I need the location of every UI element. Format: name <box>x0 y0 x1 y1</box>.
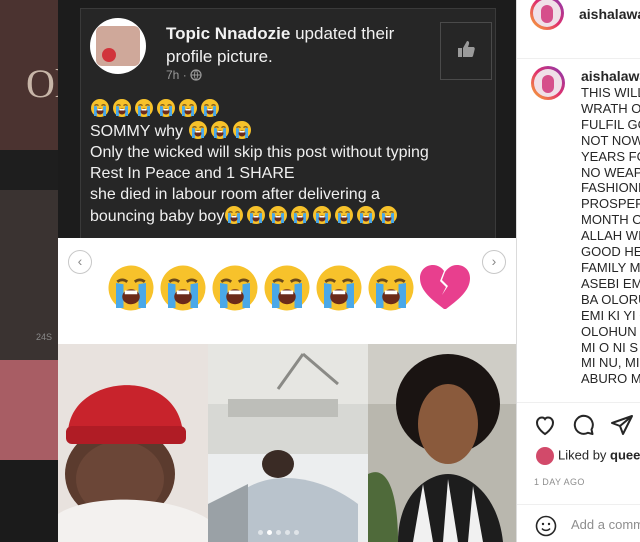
post-time-ago[interactable]: 1 DAY AGO <box>534 477 585 487</box>
caption-line: WRATH O <box>581 100 640 116</box>
carousel-dot[interactable] <box>276 530 281 535</box>
broken-heart-icon <box>418 263 470 316</box>
liked-by-prefix: Liked by <box>558 447 607 463</box>
photo-collage <box>58 344 516 542</box>
instagram-side-panel: aishalawa aishalawa THIS WILLWRATH OFULF… <box>516 0 640 542</box>
liked-by-user[interactable]: quee <box>610 447 640 462</box>
liked-by-line: Liked by quee <box>536 447 640 465</box>
comment-input[interactable]: Add a comm <box>571 517 640 532</box>
fb-text-line: Rest In Peace and 1 SHARE <box>90 165 295 182</box>
background-small-text: 24S <box>36 332 53 342</box>
heart-icon[interactable] <box>533 413 557 442</box>
caption-line: EMI KI YI C <box>581 307 640 323</box>
large-crying-emoji <box>262 263 314 314</box>
fb-post-header: Topic Nnadozie updated their profile pic… <box>166 22 416 68</box>
emoji-banner: ‹ › <box>58 238 516 344</box>
liker-avatar[interactable] <box>536 447 554 465</box>
fb-text-line: she died in labour room after delivering… <box>90 186 380 203</box>
large-crying-emoji <box>210 263 262 314</box>
carousel-dot[interactable] <box>294 530 299 535</box>
post-media: Topic Nnadozie updated their profile pic… <box>58 0 516 542</box>
caption-line: FAMILY M <box>581 259 640 275</box>
caption-line: YEARS FO <box>581 148 640 164</box>
add-comment-bar: Add a comm <box>517 504 640 542</box>
facebook-screenshot: Topic Nnadozie updated their profile pic… <box>58 0 516 241</box>
caption-line: ALLAH WI <box>581 228 640 244</box>
caption-line: MI NU, MI <box>581 355 640 371</box>
caption-line: BA OLORU <box>581 291 640 307</box>
large-crying-emoji <box>314 263 366 314</box>
caption-line: THIS WILL <box>581 85 640 100</box>
large-crying-emoji <box>158 263 210 314</box>
caption-line: NO WEAP <box>581 164 640 180</box>
fb-author-avatar <box>90 18 146 74</box>
caption-avatar[interactable] <box>531 66 565 100</box>
crying-emoji-group <box>188 121 254 140</box>
fb-text-line: SOMMY why <box>90 120 510 142</box>
header-username[interactable]: aishalawa <box>579 6 640 22</box>
comment-icon[interactable] <box>571 413 595 442</box>
caption-line: ASEBI EMU <box>581 275 640 291</box>
carousel-dot[interactable] <box>285 530 290 535</box>
fb-author-name: Topic Nnadozie <box>166 24 291 43</box>
fb-text-line: Only the wicked will skip this post with… <box>90 144 429 161</box>
crying-emoji-group <box>224 206 400 225</box>
fb-post-text: SOMMY why Only the wicked will skip this… <box>90 98 510 227</box>
thumbs-up-icon <box>455 38 477 65</box>
carousel-dot[interactable] <box>267 530 272 535</box>
hospital-photo <box>208 344 368 542</box>
profile-avatar[interactable] <box>530 0 564 30</box>
large-crying-emoji <box>366 263 418 314</box>
fb-text-line: bouncing baby boy <box>90 205 510 227</box>
caption-username[interactable]: aishalawa <box>581 68 640 84</box>
caption-line: PROSPER, <box>581 196 640 212</box>
post-header: aishalawa <box>517 0 640 59</box>
post-caption: THIS WILLWRATH OFULFIL GONOT NOWYEARS FO… <box>581 85 640 401</box>
caption-line: OLOHUN <box>581 323 637 339</box>
caption-line: NOT NOW <box>581 132 640 148</box>
large-crying-emoji <box>106 263 158 314</box>
background-left-strip: Ol 24S <box>0 0 60 542</box>
caption-line: MONTH O <box>581 212 640 228</box>
background-letter: Ol <box>26 61 60 106</box>
fb-post-meta: 7h · <box>166 68 202 82</box>
caption-line: ABURO M <box>581 371 640 387</box>
carousel-prev-button[interactable]: ‹ <box>68 250 92 274</box>
carousel-dot[interactable] <box>258 530 263 535</box>
caption-line: FASHIONE <box>581 180 640 196</box>
fb-like-button <box>440 22 492 80</box>
post-actions: Liked by quee 1 DAY AGO Add a comm <box>517 402 640 542</box>
caption-line: FULFIL GO <box>581 116 640 132</box>
globe-icon <box>190 68 202 82</box>
crying-emoji-row <box>90 98 510 120</box>
fb-post-time: 7h <box>166 68 180 82</box>
carousel-indicators <box>258 530 299 535</box>
carousel-next-button[interactable]: › <box>482 250 506 274</box>
emoji-icon[interactable] <box>535 515 557 542</box>
woman-photo <box>368 344 516 542</box>
caption-line: MI O NI S <box>581 339 639 355</box>
baby-photo <box>58 344 208 542</box>
caption-line: GOOD HE <box>581 244 640 260</box>
share-icon[interactable] <box>610 413 634 442</box>
